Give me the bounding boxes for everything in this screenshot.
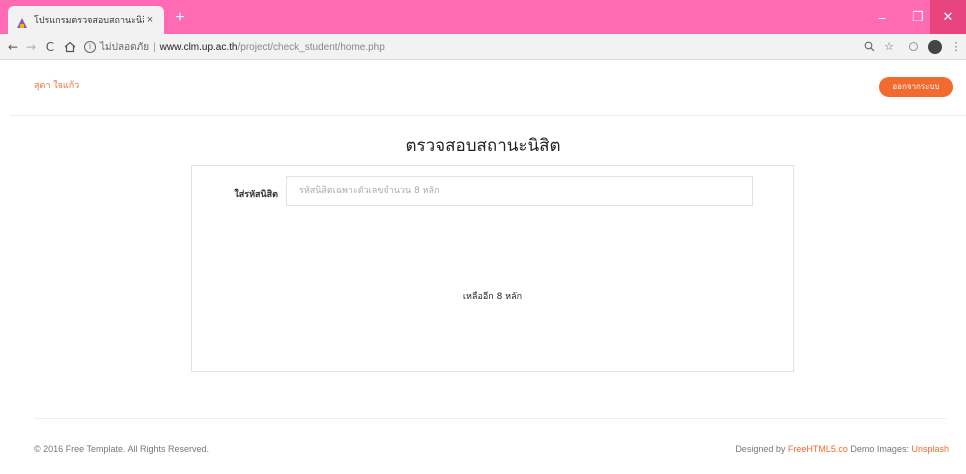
reload-icon[interactable]: C bbox=[41, 38, 59, 56]
logout-button[interactable]: ออกจากระบบ bbox=[879, 77, 953, 97]
footer-credits: Designed by FreeHTML5.co Demo Images: Un… bbox=[735, 444, 949, 454]
url-separator: | bbox=[153, 41, 156, 53]
url-path: /project/check_student/home.php bbox=[237, 41, 385, 53]
browser-tab-bar: โปรแกรมตรวจสอบสถานะนิสิต × + – ❐ ✕ bbox=[0, 0, 966, 34]
student-id-input[interactable] bbox=[286, 176, 753, 206]
info-icon[interactable]: i bbox=[84, 41, 96, 53]
back-icon[interactable]: ← bbox=[4, 38, 22, 56]
tab-close-icon[interactable]: × bbox=[144, 14, 156, 26]
home-icon[interactable] bbox=[61, 38, 79, 56]
student-id-label: ใส่รหัสนิสิต bbox=[234, 190, 278, 200]
user-name: สุดา ใจแก้ว bbox=[34, 81, 80, 91]
page-title: ตรวจสอบสถานะนิสิต bbox=[405, 136, 561, 156]
browser-tab[interactable]: โปรแกรมตรวจสอบสถานะนิสิต × bbox=[8, 6, 164, 34]
copyright-text: © 2016 Free Template. All Rights Reserve… bbox=[34, 444, 210, 454]
remaining-digits-text: เหลืออีก 8 หลัก bbox=[462, 292, 523, 302]
security-indicator[interactable]: ไม่ปลอดภัย bbox=[100, 40, 149, 55]
designed-by-text: Designed by bbox=[735, 444, 786, 454]
check-status-card: ใส่รหัสนิสิต เหลืออีก 8 หลัก bbox=[191, 165, 794, 372]
avatar-icon[interactable] bbox=[926, 38, 944, 56]
minimize-button[interactable]: – bbox=[864, 0, 900, 34]
star-icon[interactable]: ☆ bbox=[880, 38, 898, 56]
images-link[interactable]: Unsplash bbox=[911, 444, 949, 454]
extension-icon[interactable] bbox=[904, 38, 922, 56]
footer-divider bbox=[34, 418, 946, 419]
menu-icon[interactable]: ⋮ bbox=[950, 38, 962, 56]
site-favicon-icon bbox=[16, 14, 28, 28]
forward-icon[interactable]: → bbox=[22, 38, 40, 56]
header-divider bbox=[10, 115, 966, 116]
designer-link[interactable]: FreeHTML5.co bbox=[788, 444, 848, 454]
page-content: สุดา ใจแก้ว ออกจากระบบ ตรวจสอบสถานะนิสิต… bbox=[0, 60, 966, 474]
url-host: www.clm.up.ac.th bbox=[159, 41, 238, 53]
tab-title: โปรแกรมตรวจสอบสถานะนิสิต bbox=[34, 15, 144, 25]
close-window-button[interactable]: ✕ bbox=[930, 0, 966, 34]
address-bar[interactable]: i ไม่ปลอดภัย | www.clm.up.ac.th /project… bbox=[84, 38, 874, 56]
zoom-icon[interactable] bbox=[860, 38, 878, 56]
demo-images-text: Demo Images: bbox=[850, 444, 909, 454]
browser-toolbar: ← → C i ไม่ปลอดภัย | www.clm.up.ac.th /p… bbox=[0, 34, 966, 60]
new-tab-icon[interactable]: + bbox=[172, 10, 188, 26]
